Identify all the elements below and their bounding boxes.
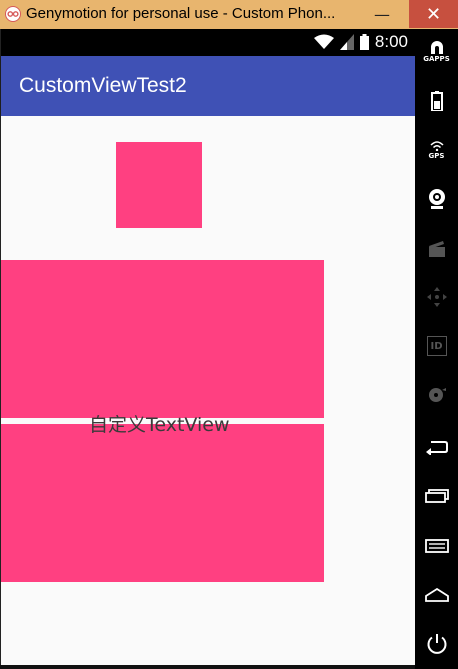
- status-bar: 8:00: [1, 29, 416, 56]
- webcam-icon: [428, 189, 445, 209]
- content-area: 自定义TextView: [1, 116, 416, 665]
- battery-button[interactable]: [415, 81, 458, 121]
- menu-button[interactable]: [415, 526, 458, 566]
- genymotion-logo-icon: [5, 6, 21, 22]
- disk-io-button[interactable]: [415, 375, 458, 415]
- signal-icon: [339, 34, 354, 50]
- wifi-icon: [313, 34, 334, 49]
- app-bar: CustomViewTest2: [1, 56, 416, 116]
- capture-button[interactable]: [415, 229, 458, 269]
- bottom-edge: [0, 665, 415, 669]
- home-icon: [424, 588, 449, 602]
- back-icon: [425, 441, 448, 455]
- window-title: Genymotion for personal use - Custom Pho…: [26, 5, 336, 22]
- gapps-button[interactable]: GAPPS: [415, 31, 458, 71]
- id-label: ID: [430, 340, 443, 352]
- menu-icon: [424, 539, 449, 553]
- close-button[interactable]: ✕: [409, 0, 458, 28]
- window-titlebar: Genymotion for personal use - Custom Pho…: [0, 0, 458, 30]
- power-icon: [427, 634, 446, 654]
- id-icon: ID: [426, 336, 447, 356]
- home-button[interactable]: [415, 575, 458, 615]
- status-time: 8:00: [374, 32, 408, 51]
- recent-apps-button[interactable]: [415, 476, 458, 516]
- emulator-sidebar: GAPPS GPS ID: [415, 29, 458, 669]
- webcam-button[interactable]: [415, 179, 458, 219]
- dpad-button[interactable]: [415, 277, 458, 317]
- phone-screen: 8:00 CustomViewTest2 自定义TextView: [0, 29, 416, 665]
- minimize-icon: —: [374, 4, 390, 24]
- dpad-icon: [426, 287, 447, 307]
- app-title: CustomViewTest2: [19, 74, 187, 97]
- custom-view-rect-bottom: [1, 424, 324, 582]
- battery-icon: [430, 91, 443, 111]
- status-icons: 8:00: [313, 32, 408, 52]
- custom-view-rect-top: [1, 260, 324, 418]
- minimize-button[interactable]: —: [366, 0, 398, 28]
- battery-icon: [359, 34, 369, 50]
- recent-apps-icon: [424, 489, 449, 503]
- gapps-label: GAPPS: [423, 54, 450, 63]
- close-icon: ✕: [425, 3, 442, 25]
- custom-textview: 自定义TextView: [89, 414, 230, 436]
- device-id-button[interactable]: ID: [415, 326, 458, 366]
- gps-button[interactable]: GPS: [415, 130, 458, 170]
- power-button[interactable]: [415, 624, 458, 664]
- gps-icon: [429, 140, 444, 151]
- custom-view-square: [116, 142, 202, 228]
- back-button[interactable]: [415, 427, 458, 467]
- disk-icon: [428, 388, 446, 402]
- gps-label: GPS: [428, 151, 445, 160]
- gapps-icon: [430, 40, 443, 54]
- clapperboard-icon: [428, 241, 445, 257]
